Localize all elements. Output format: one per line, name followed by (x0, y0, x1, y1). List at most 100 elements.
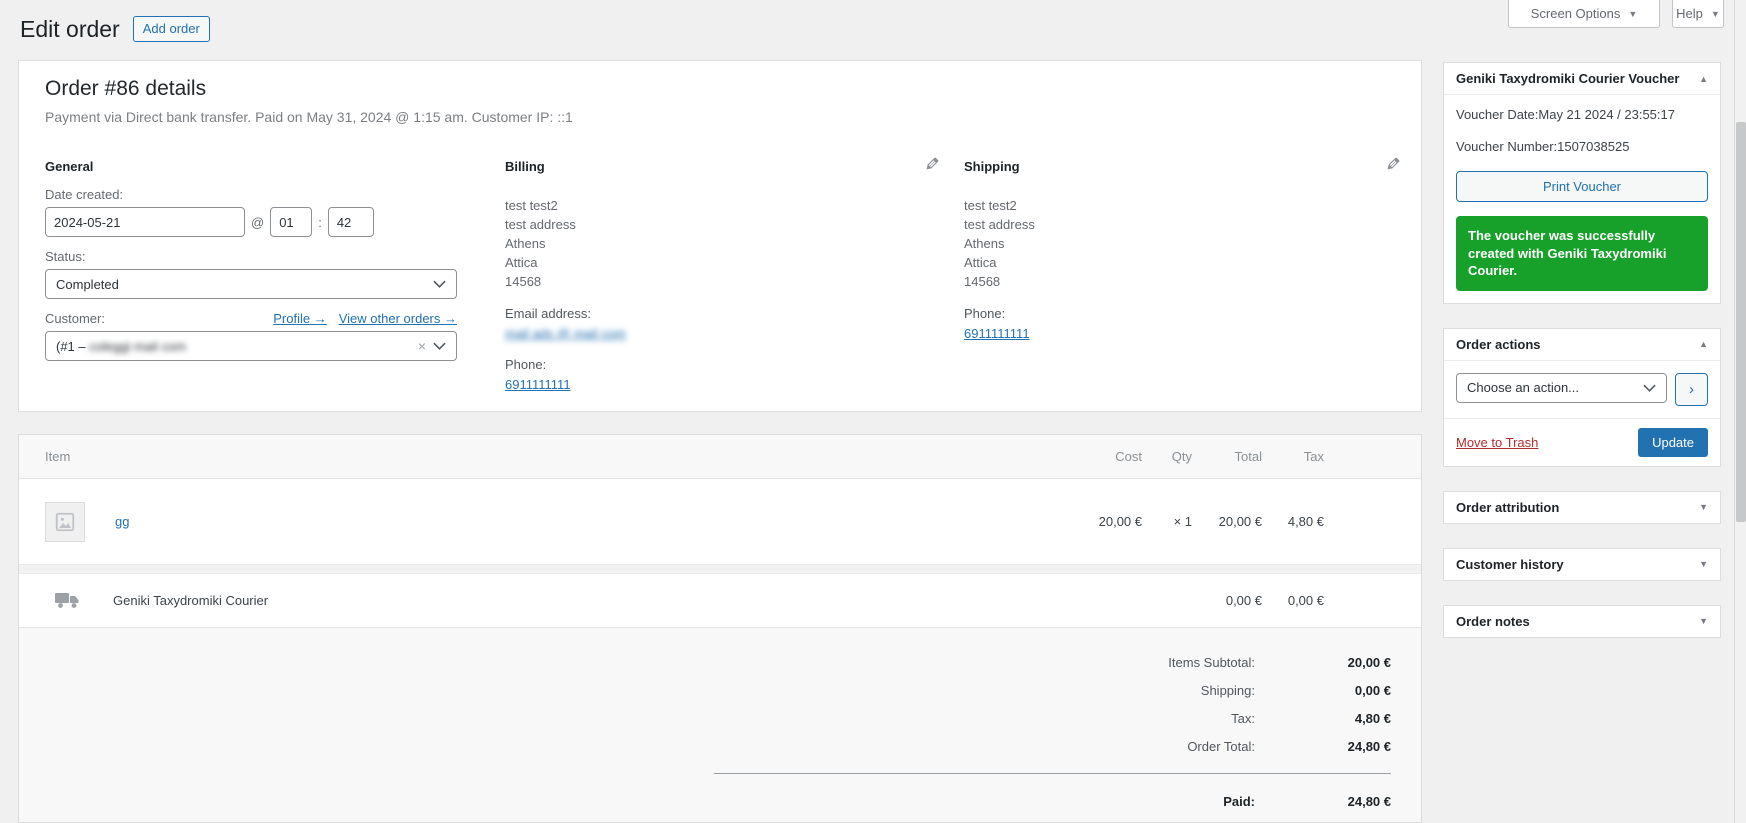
shipping-heading: Shipping (964, 159, 1020, 174)
collapse-down-icon[interactable]: ▼ (1699, 502, 1708, 512)
column-qty: Qty (1171, 449, 1192, 464)
hour-input[interactable] (270, 207, 313, 237)
clear-selection-icon[interactable]: × (418, 338, 426, 354)
chevron-down-icon (433, 280, 446, 288)
order-attribution-title: Order attribution (1456, 499, 1560, 515)
customer-select-icons: × (418, 338, 446, 354)
minute-input[interactable] (327, 207, 374, 237)
chevron-down-icon: ▼ (1710, 8, 1720, 19)
profile-link[interactable]: Profile → (273, 311, 326, 326)
billing-heading: Billing (505, 159, 545, 174)
collapse-up-icon[interactable]: ▲ (1699, 74, 1708, 84)
order-title: Order #86 details (45, 77, 207, 100)
table-row-shipping: Geniki Taxydromiki Courier 0,00 € 0,00 € (19, 574, 1421, 627)
print-voucher-button[interactable]: Print Voucher (1456, 171, 1708, 202)
paid-value: 24,80 € (1347, 793, 1391, 809)
billing-address-line: Athens (505, 236, 546, 251)
move-to-trash-link[interactable]: Move to Trash (1456, 435, 1538, 450)
total-row-order-total: Order Total: 24,80 € (19, 732, 1421, 760)
scrollbar-thumb[interactable] (1736, 122, 1746, 522)
image-placeholder-icon (55, 512, 75, 531)
order-attribution-header[interactable]: Order attribution ▼ (1444, 492, 1720, 523)
status-label: Status: (45, 249, 86, 264)
date-created-label: Date created: (45, 187, 124, 202)
time-separator: : (318, 214, 322, 230)
product-cost: 20,00 € (1098, 514, 1142, 529)
shipping-address-line: test address (964, 217, 1035, 232)
total-row-tax: Tax: 4,80 € (19, 704, 1421, 732)
totals-divider (714, 773, 1391, 774)
shipping-tax: 0,00 € (1287, 593, 1324, 608)
paid-label: Paid: (1223, 793, 1255, 809)
table-row-product: gg 20,00 € × 1 20,00 € 4,80 € (19, 479, 1421, 565)
order-notes-title: Order notes (1456, 613, 1530, 629)
billing-email-link[interactable]: mail ads @ mail com (505, 326, 626, 341)
help-tab[interactable]: Help ▼ (1672, 0, 1724, 28)
billing-address-line: test address (505, 217, 576, 232)
column-tax: Tax (1303, 449, 1324, 464)
order-actions-footer: Move to Trash Update (1444, 417, 1720, 466)
status-select[interactable]: Completed (45, 269, 457, 299)
shipping-address-line: Athens (964, 236, 1005, 251)
customer-history-header[interactable]: Customer history ▼ (1444, 549, 1720, 580)
customer-select-value: (#1 – coleggi mail com (56, 339, 186, 354)
total-value: 0,00 € (1354, 682, 1391, 698)
customer-value-prefix: (#1 – (56, 338, 90, 354)
items-table-header: Item Cost Qty Total Tax (19, 435, 1421, 479)
help-label: Help (1676, 6, 1703, 21)
column-total: Total (1234, 449, 1262, 464)
collapse-down-icon[interactable]: ▼ (1699, 616, 1708, 626)
edit-shipping-pencil-icon[interactable] (1385, 155, 1402, 172)
order-actions-panel: Order actions ▲ Choose an action... › Mo… (1443, 327, 1721, 467)
order-notes-header[interactable]: Order notes ▼ (1444, 606, 1720, 637)
status-select-value: Completed (56, 276, 119, 292)
order-action-select-value: Choose an action... (1467, 380, 1580, 396)
product-thumbnail (45, 501, 85, 542)
voucher-panel-header[interactable]: Geniki Taxydromiki Courier Voucher ▲ (1444, 63, 1720, 94)
billing-phone-label: Phone: (505, 357, 547, 372)
billing-phone-row: 6911111111 (505, 376, 907, 393)
total-row-subtotal: Items Subtotal: 20,00 € (19, 648, 1421, 676)
customer-label-row: Customer: Profile → View other orders → (45, 311, 457, 326)
total-label: Items Subtotal: (1168, 654, 1255, 670)
shipping-phone-link[interactable]: 6911111111 (964, 326, 1030, 341)
date-created-input[interactable] (45, 207, 245, 237)
total-label: Shipping: (1200, 682, 1255, 698)
customer-value-redacted: coleggi mail com (89, 338, 187, 354)
screen-options-tab[interactable]: Screen Options ▼ (1508, 0, 1660, 28)
order-actions-body: Choose an action... › (1444, 359, 1720, 418)
collapse-up-icon[interactable]: ▲ (1699, 339, 1708, 349)
order-actions-header[interactable]: Order actions ▲ (1444, 329, 1720, 360)
customer-select[interactable]: (#1 – coleggi mail com × (45, 331, 457, 361)
add-order-button[interactable]: Add order (132, 16, 210, 42)
collapse-down-icon[interactable]: ▼ (1699, 559, 1708, 569)
voucher-panel-body: Voucher Date:May 21 2024 / 23:55:17 Vouc… (1444, 94, 1720, 303)
order-totals-section: Items Subtotal: 20,00 € Shipping: 0,00 €… (19, 627, 1421, 822)
page-title-row: Edit order Add order (20, 14, 210, 44)
order-items-panel: Item Cost Qty Total Tax gg 20,00 € × 1 2… (18, 434, 1422, 823)
apply-action-button[interactable]: › (1675, 372, 1708, 406)
payment-meta: Payment via Direct bank transfer. Paid o… (45, 109, 573, 125)
total-row-shipping: Shipping: 0,00 € (19, 676, 1421, 704)
order-action-select[interactable]: Choose an action... (1456, 372, 1667, 403)
product-name-link[interactable]: gg (115, 514, 129, 529)
billing-address-line: 14568 (505, 274, 542, 289)
shipping-address-line: test test2 (964, 198, 1017, 213)
page-scrollbar[interactable] (1734, 0, 1746, 823)
billing-phone-link[interactable]: 6911111111 (505, 377, 571, 392)
voucher-panel: Geniki Taxydromiki Courier Voucher ▲ Vou… (1443, 62, 1721, 304)
view-other-orders-link[interactable]: View other orders → (339, 311, 457, 326)
voucher-success-notice: The voucher was successfully created wit… (1456, 216, 1708, 291)
row-separator (19, 565, 1421, 574)
update-button[interactable]: Update (1638, 427, 1708, 457)
voucher-panel-title: Geniki Taxydromiki Courier Voucher (1456, 71, 1680, 86)
shipping-address-line: 14568 (964, 274, 1001, 289)
total-value: 20,00 € (1347, 654, 1391, 670)
product-total: 20,00 € (1218, 514, 1262, 529)
product-cell: gg (45, 501, 1052, 542)
screen-options-label: Screen Options (1530, 6, 1621, 21)
shipping-total: 0,00 € (1225, 593, 1262, 608)
chevron-down-icon (433, 342, 446, 350)
order-details-panel: Order #86 details Payment via Direct ban… (18, 60, 1422, 412)
edit-billing-pencil-icon[interactable] (924, 155, 941, 172)
